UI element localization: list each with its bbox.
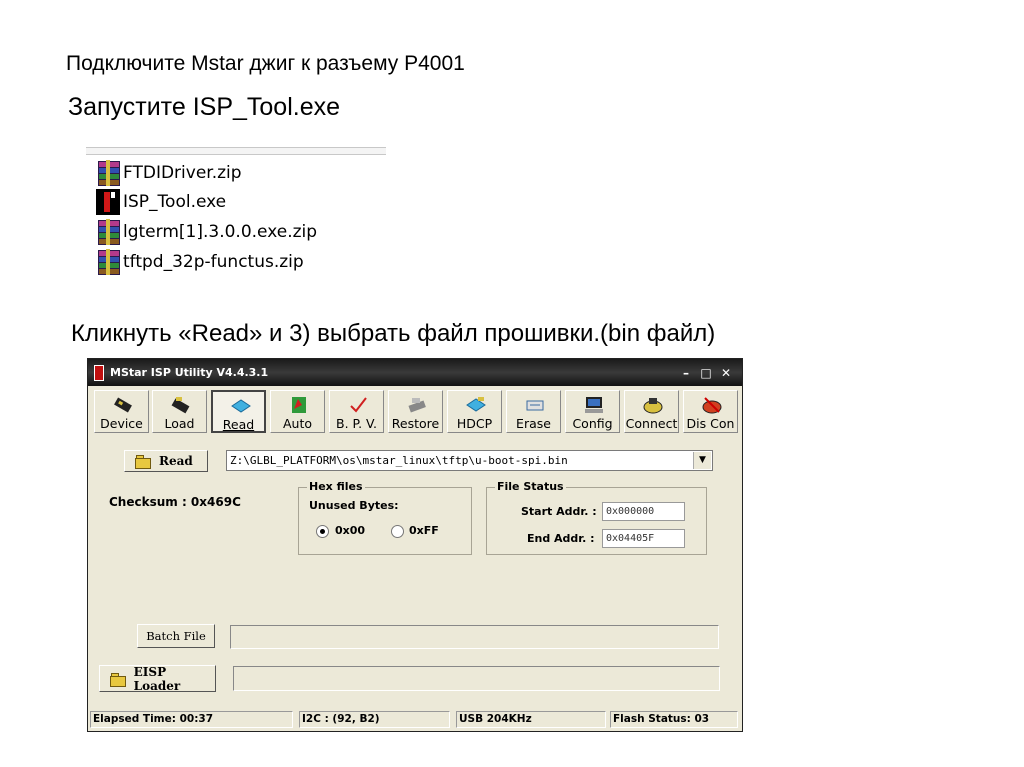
eisp-loader-field: [233, 666, 720, 691]
chip-load-icon: [171, 397, 190, 414]
config-button[interactable]: Config: [565, 390, 620, 433]
winrar-archive-icon: [96, 249, 120, 275]
file-item-isp-tool[interactable]: ISP_Tool.exe: [96, 189, 226, 215]
unused-bytes-label: Unused Bytes:: [309, 499, 399, 512]
file-status-group: File Status Start Addr. : 0x000000 End A…: [486, 480, 707, 555]
i2c-status: I2C : (92, B2): [299, 711, 450, 728]
erase-label: Erase: [516, 416, 551, 431]
file-list: FTDIDriver.zip ISP_Tool.exe lgterm[1].3.…: [86, 147, 386, 275]
winrar-archive-icon: [96, 219, 120, 245]
file-item-ftdidriver[interactable]: FTDIDriver.zip: [96, 160, 242, 186]
hex-files-group: Hex files Unused Bytes: 0x00 0xFF: [298, 480, 472, 555]
isp-utility-window: MStar ISP Utility V4.4.3.1 – □ ✕ Device …: [87, 358, 743, 732]
folder-open-icon: [110, 672, 126, 687]
start-addr-field: 0x000000: [602, 502, 685, 521]
file-name: ISP_Tool.exe: [123, 192, 227, 212]
file-name: lgterm[1].3.0.0.exe.zip: [123, 222, 318, 242]
read-file-label: Read: [159, 454, 193, 468]
radio-0x00-label: 0x00: [335, 524, 366, 537]
file-item-lgterm[interactable]: lgterm[1].3.0.0.exe.zip: [96, 219, 317, 245]
eisp-loader-label: EISP Loader: [133, 664, 181, 693]
load-button[interactable]: Load: [152, 390, 207, 433]
file-status-title: File Status: [495, 480, 566, 493]
radio-0xff[interactable]: [391, 525, 404, 538]
connect-icon: [643, 398, 663, 414]
auto-button[interactable]: Auto: [270, 390, 325, 433]
disconnect-icon: [702, 397, 722, 414]
toolbar: Device Load Read Auto B. P. V. Restore H…: [94, 390, 740, 434]
read-toolbar-button[interactable]: Read: [211, 390, 266, 433]
bpv-label: B. P. V.: [336, 416, 377, 431]
elapsed-time: Elapsed Time: 00:37: [90, 711, 293, 728]
auto-label: Auto: [282, 416, 313, 431]
eisp-loader-button[interactable]: EISP Loader: [99, 664, 216, 693]
hex-files-title: Hex files: [307, 480, 365, 493]
radio-0x00[interactable]: [316, 525, 329, 538]
restore-icon: [408, 398, 426, 413]
batch-file-field: [230, 625, 719, 649]
file-list-header-divider: [86, 147, 386, 155]
folder-open-icon: [135, 455, 151, 469]
end-addr-field: 0x04405F: [602, 529, 685, 548]
end-addr-label: End Addr. :: [527, 532, 595, 545]
minimize-button[interactable]: –: [680, 367, 692, 379]
hdcp-label: HDCP: [456, 416, 493, 431]
status-bar: Elapsed Time: 00:37 I2C : (92, B2) USB 2…: [90, 711, 740, 729]
erase-icon: [526, 400, 544, 411]
hdcp-button[interactable]: HDCP: [447, 390, 502, 433]
file-name: FTDIDriver.zip: [123, 163, 242, 183]
file-path-combo[interactable]: Z:\GLBL_PLATFORM\os\mstar_linux\tftp\u-b…: [226, 450, 713, 471]
read-label: Read: [222, 417, 255, 432]
usb-status: USB 204KHz: [456, 711, 606, 728]
radio-0xff-label: 0xFF: [409, 524, 439, 537]
restore-button[interactable]: Restore: [388, 390, 443, 433]
close-button[interactable]: ✕: [720, 367, 732, 379]
checkmark-icon: [350, 397, 367, 413]
isp-tool-app-icon: [96, 189, 120, 215]
checksum-label: Checksum : 0x469C: [109, 495, 241, 509]
disconnect-button[interactable]: Dis Con: [683, 390, 738, 433]
slide-title: Подключите Mstar джиг к разъему P4001: [66, 52, 465, 75]
erase-button[interactable]: Erase: [506, 390, 561, 433]
dropdown-arrow-icon[interactable]: ▼: [693, 452, 711, 469]
flash-status: Flash Status: 03: [610, 711, 738, 728]
start-addr-label: Start Addr. :: [521, 505, 597, 518]
chip-read-icon: [231, 399, 251, 413]
file-item-tftpd[interactable]: tftpd_32p-functus.zip: [96, 249, 304, 275]
batch-file-button[interactable]: Batch File: [137, 624, 215, 648]
app-icon: [94, 365, 104, 381]
auto-icon: [292, 397, 306, 413]
config-label: Config: [572, 416, 613, 431]
maximize-button[interactable]: □: [700, 367, 712, 379]
disconnect-label: Dis Con: [686, 416, 735, 431]
file-name: tftpd_32p-functus.zip: [123, 252, 304, 272]
connect-label: Connect: [625, 416, 678, 431]
connect-button[interactable]: Connect: [624, 390, 679, 433]
load-label: Load: [164, 416, 195, 431]
file-path-value: Z:\GLBL_PLATFORM\os\mstar_linux\tftp\u-b…: [230, 454, 568, 467]
restore-label: Restore: [391, 416, 440, 431]
read-file-button[interactable]: Read: [124, 450, 208, 472]
chip-icon: [114, 397, 132, 413]
read-instruction: Кликнуть «Read» и 3) выбрать файл прошив…: [71, 320, 716, 347]
launch-instruction: Запустите ISP_Tool.exe: [68, 93, 341, 121]
window-title: MStar ISP Utility V4.4.3.1: [110, 366, 269, 379]
winrar-archive-icon: [96, 160, 120, 186]
computer-icon: [585, 397, 603, 413]
bpv-button[interactable]: B. P. V.: [329, 390, 384, 433]
device-button[interactable]: Device: [94, 390, 149, 433]
device-label: Device: [100, 416, 143, 431]
hdcp-icon: [466, 397, 486, 412]
window-titlebar[interactable]: MStar ISP Utility V4.4.3.1 – □ ✕: [88, 359, 742, 386]
